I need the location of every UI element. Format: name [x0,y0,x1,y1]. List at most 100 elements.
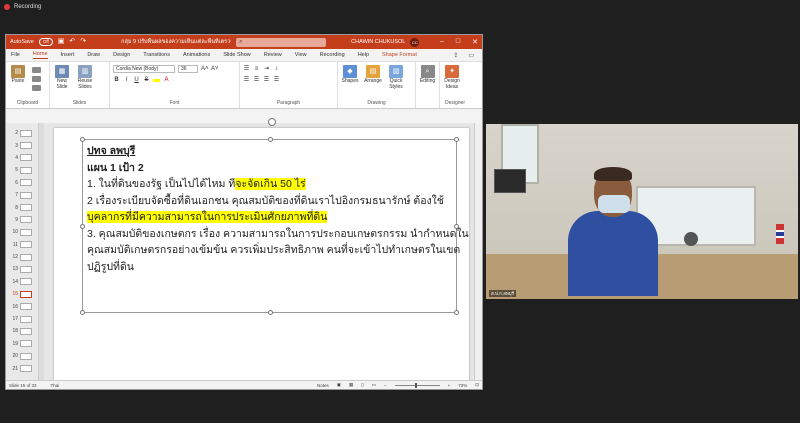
tab-recording[interactable]: Recording [320,52,345,58]
zoom-in-icon[interactable]: + [448,383,451,388]
tab-file[interactable]: File [11,52,20,58]
tab-insert[interactable]: Insert [61,52,75,58]
language-indicator[interactable]: Thai [51,383,60,388]
slide-thumbnail[interactable]: 2 [6,127,38,139]
slide-sorter-icon[interactable]: ▦ [349,382,353,388]
resize-handle[interactable] [80,310,85,315]
numbering-icon[interactable]: ≡ [253,66,260,72]
rotate-handle[interactable] [268,118,276,126]
slide-thumbnail-preview[interactable] [20,204,32,212]
tab-help[interactable]: Help [358,52,369,58]
tab-design[interactable]: Design [113,52,130,58]
slide-thumbnail[interactable]: 20 [6,350,38,362]
slide-thumbnail-preview[interactable] [20,365,32,373]
user-name[interactable]: CHAWIN CHUKUSOL [351,39,405,45]
tab-view[interactable]: View [295,52,307,58]
maximize-icon[interactable]: □ [456,38,460,46]
tab-slide-show[interactable]: Slide Show [223,52,251,58]
paste-button[interactable]: ▤ Paste [9,65,27,85]
slide-thumbnail-preview[interactable] [20,241,32,249]
slide-thumbnail[interactable]: 9 [6,214,38,226]
fit-slide-icon[interactable]: ⊡ [475,382,479,388]
share-icon[interactable]: ⇪ [453,52,458,59]
slide-thumbnail[interactable]: 21 [6,362,38,374]
slide-thumbnail-preview[interactable] [20,352,32,360]
close-icon[interactable]: ✕ [472,38,478,46]
highlight-icon[interactable] [153,78,160,82]
slide-thumbnail-preview[interactable] [20,129,32,137]
slide-thumbnail[interactable]: 12 [6,251,38,263]
slide-thumbnail-preview[interactable] [20,253,32,261]
tab-shape-format[interactable]: Shape Format [382,52,417,58]
slide-thumbnail[interactable]: 15 [6,288,38,300]
undo-icon[interactable]: ↶ [69,38,75,46]
resize-handle[interactable] [80,137,85,142]
underline-button[interactable]: U [133,77,140,83]
redo-icon[interactable]: ↷ [80,38,86,46]
align-right-icon[interactable]: ☰ [263,76,270,83]
reuse-slides-button[interactable]: ▥ Reuse Slides [76,65,94,90]
avatar[interactable]: CC [410,37,420,47]
align-left-icon[interactable]: ☰ [243,76,250,83]
minimize-icon[interactable]: – [440,38,444,46]
slide-thumbnail-preview[interactable] [20,228,32,236]
bold-button[interactable]: B [113,77,120,83]
line-spacing-icon[interactable]: ↕ [273,66,280,72]
resize-handle[interactable] [268,310,273,315]
slide-thumbnail-preview[interactable] [20,290,32,298]
slide-thumbnail[interactable]: 4 [6,152,38,164]
slide-thumbnail[interactable]: 11 [6,239,38,251]
shapes-button[interactable]: ◆ Shapes [341,65,359,85]
slide-thumbnail-preview[interactable] [20,278,32,286]
slide-thumbnail-preview[interactable] [20,154,32,162]
slide-thumbnail[interactable]: 5 [6,164,38,176]
slide-thumbnail-preview[interactable] [20,327,32,335]
new-slide-button[interactable]: ▦ New Slide [53,65,71,90]
strikethrough-button[interactable]: S [143,77,150,83]
align-center-icon[interactable]: ☰ [253,76,260,83]
notes-button[interactable]: Notes [317,383,329,388]
zoom-slider[interactable] [394,382,440,388]
slide-thumbnail[interactable]: 10 [6,226,38,238]
cut-icon[interactable] [32,67,41,73]
slide-thumbnail-preview[interactable] [20,142,32,150]
font-size-box[interactable]: 36 [178,65,198,73]
slide-thumbnails-pane[interactable]: 2 3 4 5 6 7 8 9 10 11 12 13 14 15 16 17 18 19 20 21 [6,123,39,380]
italic-button[interactable]: I [123,77,130,83]
zoom-knob[interactable] [414,382,417,388]
resize-handle[interactable] [80,224,85,229]
slide-thumbnail[interactable]: 14 [6,276,38,288]
font-name-box[interactable]: Cordia New (Body) [113,65,175,73]
arrange-button[interactable]: ▤ Arrange [364,65,382,85]
slide-thumbnail-preview[interactable] [20,179,32,187]
format-painter-icon[interactable] [32,85,41,91]
editing-button[interactable]: ⌕ Editing [419,65,436,85]
justify-icon[interactable]: ☰ [273,76,280,83]
copy-icon[interactable] [32,76,41,82]
comments-icon[interactable]: ▭ [468,52,474,59]
slide-textbox[interactable]: ปทจ ลพบุรี แผน 1 เป้า 2 1. ในที่ดินของรัฐ … [80,118,469,315]
shrink-font-button[interactable]: A˅ [211,66,219,72]
design-ideas-button[interactable]: ✦ Design Ideas [443,65,461,90]
tab-animations[interactable]: Animations [183,52,210,58]
bullets-icon[interactable]: ☰ [243,65,250,72]
autosave-toggle[interactable]: Off [38,38,53,46]
grow-font-button[interactable]: A˄ [201,66,209,72]
resize-handle[interactable] [454,137,459,142]
zoom-level[interactable]: 73% [458,383,467,388]
slide-thumbnail[interactable]: 17 [6,313,38,325]
tab-draw[interactable]: Draw [87,52,100,58]
reading-view-icon[interactable]: ▯ [361,382,363,388]
resize-handle[interactable] [454,224,459,229]
slide-thumbnail[interactable]: 18 [6,325,38,337]
slide-thumbnail[interactable]: 16 [6,300,38,312]
tab-home[interactable]: Home [32,51,48,59]
slide[interactable]: ปทจ ลพบุรี แผน 1 เป้า 2 1. ในที่ดินของรัฐ … [54,118,469,386]
slide-thumbnail[interactable]: 6 [6,177,38,189]
indent-icon[interactable]: ⇥ [263,65,270,72]
tab-review[interactable]: Review [264,52,282,58]
slide-thumbnail-preview[interactable] [20,166,32,174]
slide-thumbnail[interactable]: 19 [6,338,38,350]
slide-thumbnail-preview[interactable] [20,216,32,224]
slide-thumbnail[interactable]: 3 [6,139,38,151]
